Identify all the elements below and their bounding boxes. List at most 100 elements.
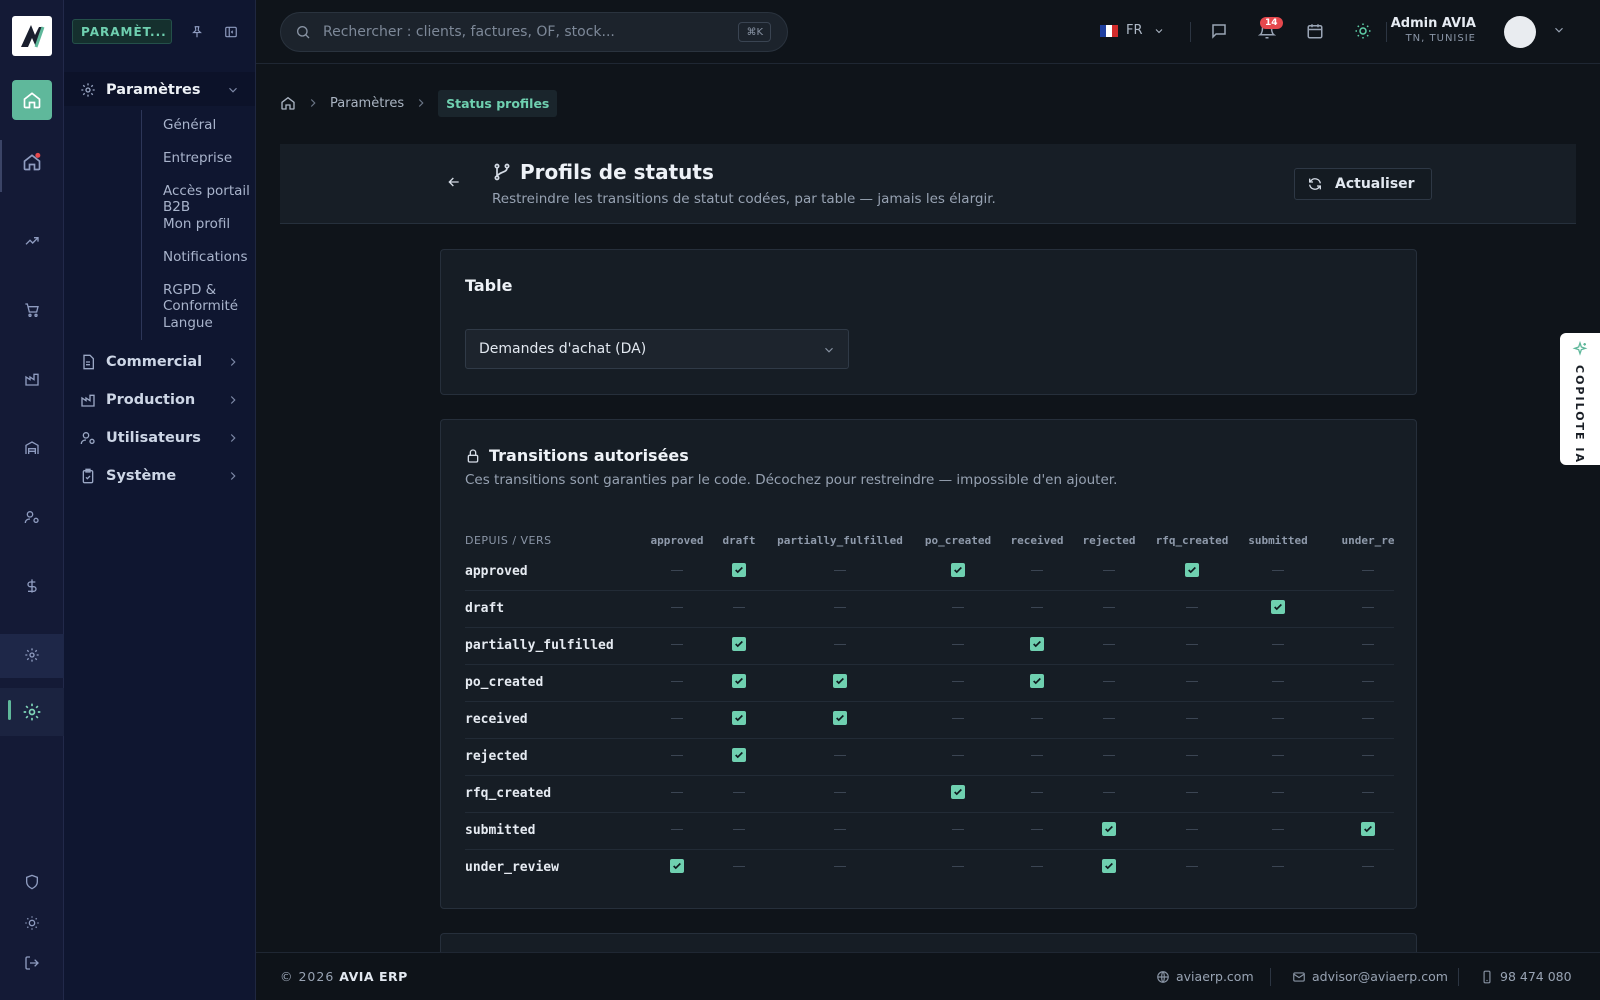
transition-checkbox[interactable] xyxy=(732,563,746,577)
sidebar-group-production[interactable]: Production xyxy=(80,388,240,412)
transition-checkbox[interactable] xyxy=(951,785,965,799)
rail-analytics-button[interactable] xyxy=(0,232,64,250)
sidebar-group-parametres[interactable]: Paramètres xyxy=(80,78,240,102)
footer-phone[interactable]: 98 474 080 xyxy=(1480,969,1572,984)
transition-checkbox[interactable] xyxy=(732,674,746,688)
transition-checkbox[interactable] xyxy=(1102,859,1116,873)
checkbox-checked[interactable] xyxy=(833,674,847,688)
dash-mark xyxy=(952,829,964,830)
checkbox-checked[interactable] xyxy=(1030,637,1044,651)
transition-checkbox[interactable] xyxy=(833,674,847,688)
dash-mark xyxy=(1031,866,1043,867)
copilot-tab[interactable]: COPILOTE IA xyxy=(1560,333,1600,465)
transition-checkbox[interactable] xyxy=(732,748,746,762)
language-selector[interactable]: FR xyxy=(1100,23,1165,38)
messages-button[interactable] xyxy=(1210,22,1230,42)
sidebar-item-entreprise[interactable]: Entreprise xyxy=(163,150,232,166)
rail-theme-button[interactable] xyxy=(0,914,64,932)
app-logo[interactable] xyxy=(12,16,52,56)
footer-website[interactable]: aviaerp.com xyxy=(1156,969,1254,984)
sidebar-item-portail-b2b[interactable]: Accès portail B2B xyxy=(163,183,255,215)
user-location: TN, TUNISIE xyxy=(1405,33,1476,44)
checkbox-checked[interactable] xyxy=(951,563,965,577)
checkbox-checked[interactable] xyxy=(732,748,746,762)
footer-divider xyxy=(1270,968,1271,986)
user-menu-button[interactable] xyxy=(1552,23,1572,43)
calendar-button[interactable] xyxy=(1306,22,1326,42)
transition-checkbox[interactable] xyxy=(732,637,746,651)
chevron-right-icon xyxy=(310,99,316,107)
refresh-button[interactable]: Actualiser xyxy=(1294,168,1432,200)
top-header: Rechercher : clients, factures, OF, stoc… xyxy=(256,0,1600,64)
transition-unavailable xyxy=(670,600,684,614)
transition-checkbox[interactable] xyxy=(1030,637,1044,651)
sidebar-item-general[interactable]: Général xyxy=(163,117,216,133)
sidebar-group-systeme[interactable]: Système xyxy=(80,464,240,488)
footer-email[interactable]: advisor@aviaerp.com xyxy=(1292,969,1448,984)
table-select[interactable]: Demandes d'achat (DA) xyxy=(465,329,849,369)
lock-icon xyxy=(467,448,479,463)
dash-mark xyxy=(671,718,683,719)
theme-toggle-button[interactable] xyxy=(1354,22,1374,42)
sidebar-group-label: Utilisateurs xyxy=(106,430,201,446)
checkbox-checked[interactable] xyxy=(951,785,965,799)
transition-checkbox[interactable] xyxy=(670,859,684,873)
user-info[interactable]: Admin AVIA TN, TUNISIE xyxy=(1376,16,1476,44)
transition-checkbox[interactable] xyxy=(1030,674,1044,688)
rail-home-button[interactable] xyxy=(12,80,52,120)
avatar[interactable] xyxy=(1504,16,1536,48)
sidebar-item-mon-profil[interactable]: Mon profil xyxy=(163,216,230,232)
transition-checkbox[interactable] xyxy=(1361,822,1375,836)
checkbox-checked[interactable] xyxy=(1271,600,1285,614)
checkbox-checked[interactable] xyxy=(732,674,746,688)
section-chip[interactable]: PARAMÈT... xyxy=(72,19,172,44)
back-button[interactable] xyxy=(446,174,466,194)
sidebar-item-langue[interactable]: Langue xyxy=(163,315,213,331)
home-icon[interactable] xyxy=(280,95,296,111)
rail-users-button[interactable] xyxy=(0,508,64,526)
checkbox-checked[interactable] xyxy=(1030,674,1044,688)
checkbox-checked[interactable] xyxy=(833,711,847,725)
sidebar-item-rgpd[interactable]: RGPD & Conformité xyxy=(163,282,255,314)
checkbox-checked[interactable] xyxy=(1102,822,1116,836)
factory-icon xyxy=(81,394,95,407)
collapse-sidebar-button[interactable] xyxy=(222,23,240,41)
pin-button[interactable] xyxy=(188,23,206,41)
check-icon xyxy=(735,714,743,722)
dash-mark xyxy=(834,607,846,608)
rail-settings-active-button[interactable] xyxy=(0,701,64,723)
global-search[interactable]: Rechercher : clients, factures, OF, stoc… xyxy=(280,12,788,52)
sidebar-group-utilisateurs[interactable]: Utilisateurs xyxy=(80,426,240,450)
checkbox-checked[interactable] xyxy=(670,859,684,873)
checkbox-checked[interactable] xyxy=(732,711,746,725)
user-cog-icon xyxy=(80,432,95,445)
transition-checkbox[interactable] xyxy=(833,711,847,725)
transition-checkbox[interactable] xyxy=(1185,563,1199,577)
transition-checkbox[interactable] xyxy=(951,563,965,577)
checkbox-checked[interactable] xyxy=(732,637,746,651)
transition-checkbox[interactable] xyxy=(1102,822,1116,836)
matrix-row: rejected xyxy=(465,739,1394,776)
transition-unavailable xyxy=(1185,674,1199,688)
rail-security-button[interactable] xyxy=(0,873,64,891)
checkbox-checked[interactable] xyxy=(1185,563,1199,577)
transition-checkbox[interactable] xyxy=(732,711,746,725)
sidebar-group-commercial[interactable]: Commercial xyxy=(80,350,240,374)
rail-sales-button[interactable] xyxy=(0,301,64,319)
sidebar-item-notifications[interactable]: Notifications xyxy=(163,249,248,265)
transition-checkbox[interactable] xyxy=(1271,600,1285,614)
rail-settings-button[interactable] xyxy=(0,646,64,664)
checkbox-checked[interactable] xyxy=(732,563,746,577)
checkbox-checked[interactable] xyxy=(1102,859,1116,873)
rail-logout-button[interactable] xyxy=(0,954,64,972)
rail-production-button[interactable] xyxy=(0,370,64,388)
checkbox-checked[interactable] xyxy=(1361,822,1375,836)
rail-warehouse-button[interactable] xyxy=(0,439,64,457)
transition-unavailable xyxy=(670,785,684,799)
footer-divider xyxy=(1458,968,1459,986)
breadcrumb-parent[interactable]: Paramètres xyxy=(330,96,404,111)
chevron-right-icon xyxy=(230,434,236,442)
search-input[interactable]: Rechercher : clients, factures, OF, stoc… xyxy=(323,24,615,40)
rail-dashboard-button[interactable] xyxy=(0,152,64,172)
rail-finance-button[interactable] xyxy=(0,577,64,595)
